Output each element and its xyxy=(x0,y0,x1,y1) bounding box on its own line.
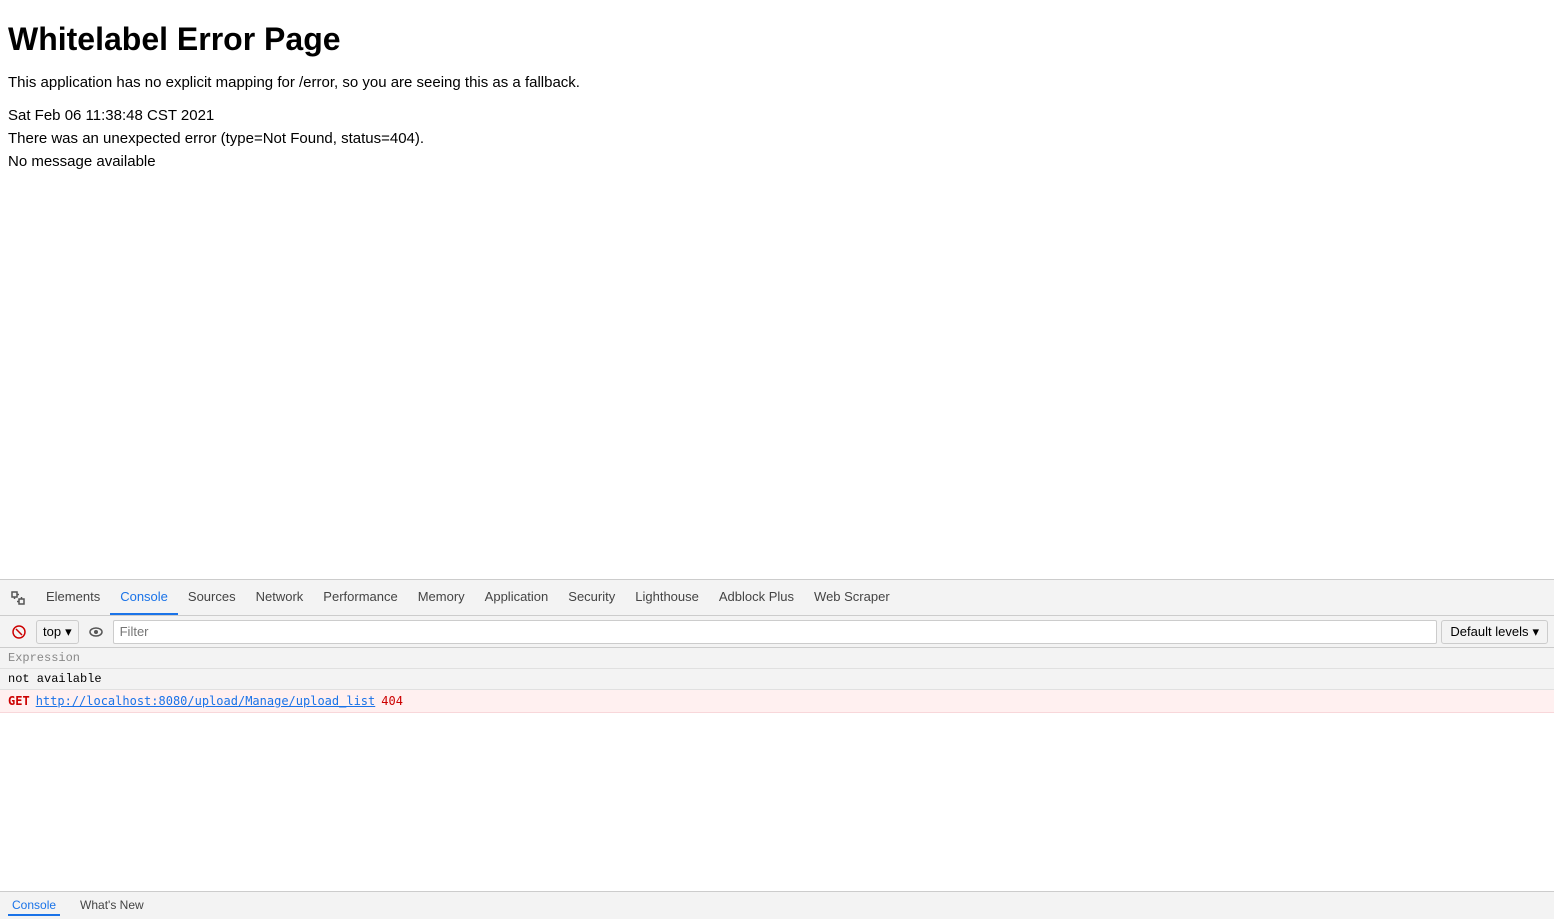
devtools-panel: Elements Console Sources Network Perform… xyxy=(0,579,1554,919)
log-levels-selector[interactable]: Default levels ▾ xyxy=(1441,620,1548,644)
tab-adblock-plus[interactable]: Adblock Plus xyxy=(709,580,804,615)
clear-console-button[interactable] xyxy=(6,619,32,645)
expression-label: Expression xyxy=(8,651,80,665)
inspect-element-button[interactable] xyxy=(4,584,32,612)
log-levels-label: Default levels xyxy=(1450,624,1528,639)
tab-application[interactable]: Application xyxy=(475,580,559,615)
tab-elements[interactable]: Elements xyxy=(36,580,110,615)
page-content: Whitelabel Error Page This application h… xyxy=(0,0,1554,579)
error-title: Whitelabel Error Page xyxy=(8,20,1546,58)
error-status: 404 xyxy=(381,694,403,708)
error-method: GET xyxy=(8,694,30,708)
devtools-tabs: Elements Console Sources Network Perform… xyxy=(36,580,900,615)
error-url[interactable]: http://localhost:8080/upload/Manage/uplo… xyxy=(36,694,376,708)
bottombar-tab-whats-new[interactable]: What's New xyxy=(76,896,148,916)
live-expressions-button[interactable] xyxy=(83,619,109,645)
tab-security[interactable]: Security xyxy=(558,580,625,615)
not-available-text: not available xyxy=(8,672,102,686)
devtools-bottombar: Console What's New xyxy=(0,891,1554,919)
context-value: top xyxy=(43,624,61,639)
tab-network[interactable]: Network xyxy=(246,580,314,615)
tab-lighthouse[interactable]: Lighthouse xyxy=(625,580,709,615)
context-selector[interactable]: top ▾ xyxy=(36,620,79,644)
bottombar-tab-console[interactable]: Console xyxy=(8,896,60,916)
console-toolbar: top ▾ Default levels ▾ xyxy=(0,616,1554,648)
error-message: No message available xyxy=(8,153,1546,170)
context-dropdown-icon: ▾ xyxy=(65,624,72,640)
filter-input[interactable] xyxy=(113,620,1438,644)
clear-icon xyxy=(11,624,27,640)
eye-icon xyxy=(88,624,104,640)
tab-web-scraper[interactable]: Web Scraper xyxy=(804,580,900,615)
not-available-row: not available xyxy=(0,669,1554,690)
devtools-tabbar: Elements Console Sources Network Perform… xyxy=(0,580,1554,616)
log-levels-arrow-icon: ▾ xyxy=(1532,624,1539,640)
tab-memory[interactable]: Memory xyxy=(408,580,475,615)
console-output: Expression not available GET http://loca… xyxy=(0,648,1554,891)
tab-performance[interactable]: Performance xyxy=(313,580,407,615)
error-type: There was an unexpected error (type=Not … xyxy=(8,130,1546,147)
tab-console[interactable]: Console xyxy=(110,580,178,615)
inspect-icon xyxy=(10,590,26,606)
error-subtitle: This application has no explicit mapping… xyxy=(8,74,1546,91)
console-error-row: GET http://localhost:8080/upload/Manage/… xyxy=(0,690,1554,713)
error-timestamp: Sat Feb 06 11:38:48 CST 2021 xyxy=(8,107,1546,124)
tab-sources[interactable]: Sources xyxy=(178,580,246,615)
expression-label-row: Expression xyxy=(0,648,1554,669)
